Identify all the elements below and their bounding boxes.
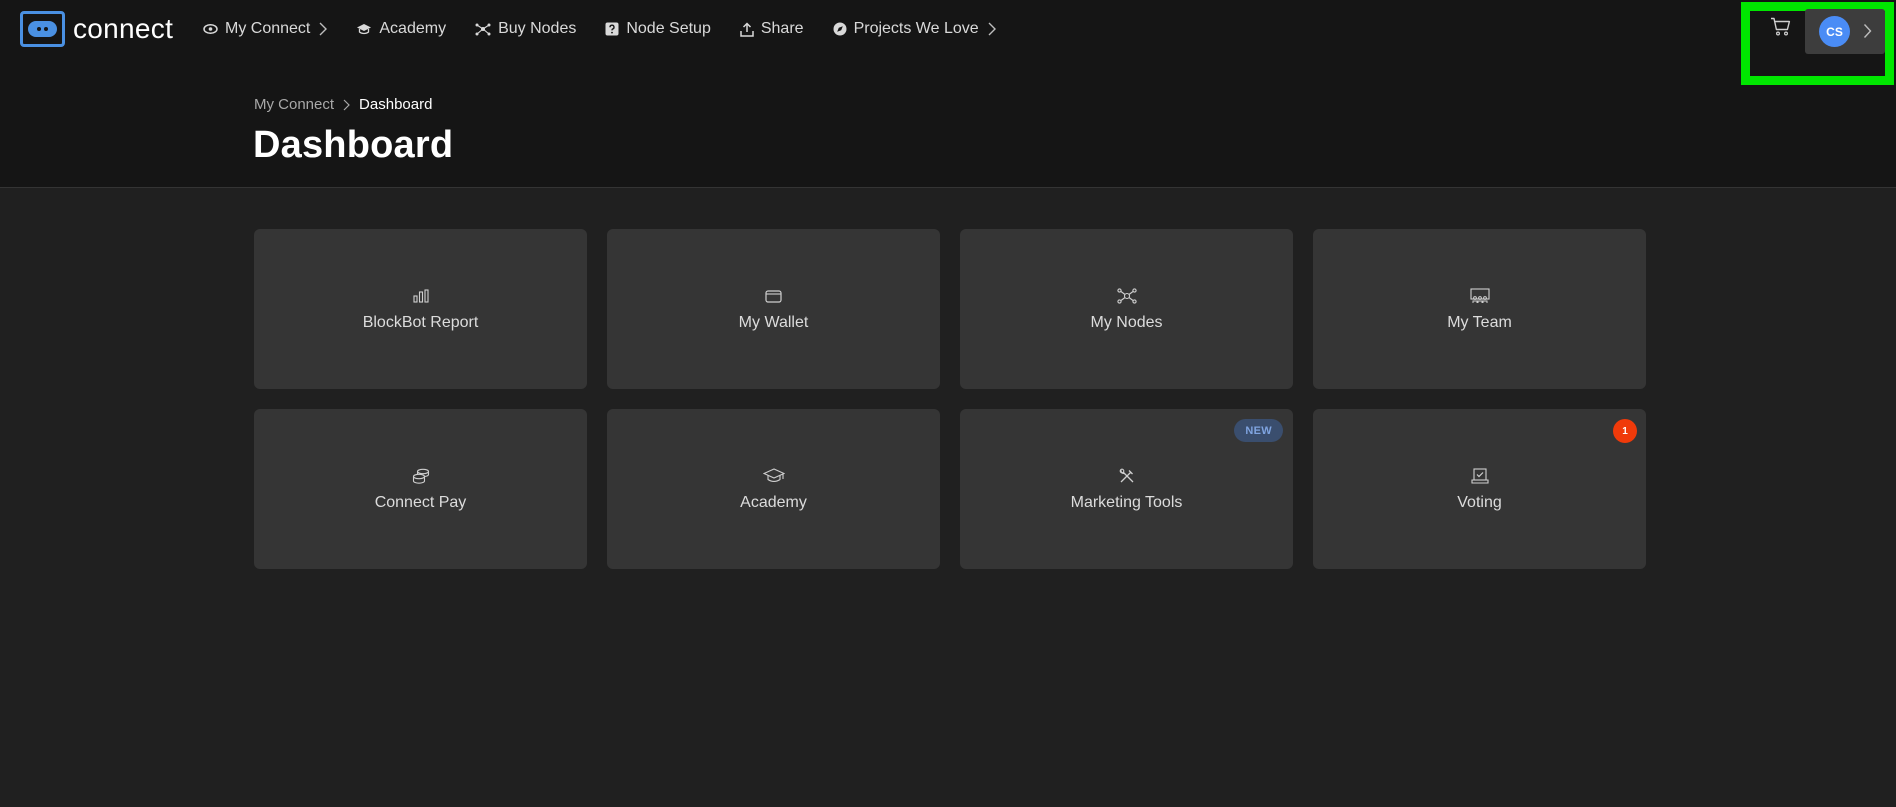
team-board-icon [1469, 287, 1490, 305]
header-region: connect My Connect Academy Buy Nodes Nod… [0, 0, 1896, 188]
breadcrumb: My Connect Dashboard [254, 96, 432, 113]
nav-item-label: Projects We Love [853, 20, 979, 37]
breadcrumb-link-my-connect[interactable]: My Connect [254, 96, 334, 113]
avatar: CS [1819, 16, 1850, 47]
share-upload-icon [740, 21, 754, 37]
notification-count-badge: 1 [1613, 419, 1637, 443]
card-my-nodes[interactable]: My Nodes [960, 229, 1293, 389]
nav-item-label: My Connect [225, 20, 311, 37]
coins-stack-icon [412, 467, 430, 485]
ballot-box-icon [1470, 467, 1489, 485]
new-badge: NEW [1234, 419, 1283, 442]
card-label: Academy [740, 493, 807, 511]
card-connect-pay[interactable]: Connect Pay [254, 409, 587, 569]
nav-item-label: Node Setup [626, 20, 711, 37]
chevron-right-icon [343, 99, 350, 110]
eye-icon [203, 23, 218, 35]
page-title: Dashboard [253, 124, 454, 166]
compass-icon [833, 22, 847, 36]
connect-logo[interactable]: connect [20, 10, 173, 48]
bar-chart-icon [412, 287, 429, 305]
card-label: Voting [1457, 493, 1502, 511]
shopping-cart-icon [1771, 17, 1791, 36]
card-blockbot-report[interactable]: BlockBot Report [254, 229, 587, 389]
nodes-icon [475, 23, 491, 36]
nav-item-label: Share [760, 20, 804, 37]
nav-item-buy-nodes[interactable]: Buy Nodes [475, 20, 576, 38]
wallet-icon [765, 287, 782, 305]
card-label: Connect Pay [374, 493, 467, 511]
network-nodes-icon [1116, 287, 1137, 305]
user-menu-button[interactable]: CS [1805, 9, 1885, 54]
card-my-wallet[interactable]: My Wallet [607, 229, 940, 389]
logo-text: connect [73, 13, 174, 44]
chevron-right-icon [319, 22, 328, 36]
dashboard-card-grid: BlockBot Report My Wallet My Nodes My Te… [254, 229, 1646, 569]
nav-item-share[interactable]: Share [740, 20, 804, 38]
nav-item-academy[interactable]: Academy [356, 20, 446, 38]
card-my-team[interactable]: My Team [1313, 229, 1646, 389]
nav-item-my-connect[interactable]: My Connect [203, 20, 328, 38]
chevron-right-icon [988, 22, 996, 36]
help-box-icon [605, 22, 619, 36]
tools-icon [1119, 467, 1135, 485]
chevron-right-icon [1863, 24, 1872, 38]
nav-item-node-setup[interactable]: Node Setup [605, 20, 711, 38]
card-voting[interactable]: 1 Voting [1313, 409, 1646, 569]
nav-item-label: Academy [379, 20, 447, 37]
card-label: BlockBot Report [362, 313, 479, 331]
robot-logo-icon [20, 11, 65, 47]
graduation-cap-icon [357, 24, 372, 35]
nav-item-projects-we-love[interactable]: Projects We Love [833, 20, 996, 38]
card-label: My Nodes [1090, 313, 1163, 331]
card-label: My Wallet [738, 313, 809, 331]
card-label: Marketing Tools [1070, 493, 1183, 511]
card-label: My Team [1447, 313, 1512, 331]
nav-item-label: Buy Nodes [498, 20, 577, 37]
top-navbar: connect My Connect Academy Buy Nodes Nod… [0, 0, 1896, 85]
card-marketing-tools[interactable]: NEW Marketing Tools [960, 409, 1293, 569]
main-nav: My Connect Academy Buy Nodes Node Setup … [203, 17, 1025, 41]
graduation-cap-icon [762, 467, 785, 485]
cart-button[interactable] [1770, 17, 1791, 41]
card-academy[interactable]: Academy [607, 409, 940, 569]
breadcrumb-current: Dashboard [359, 96, 433, 113]
